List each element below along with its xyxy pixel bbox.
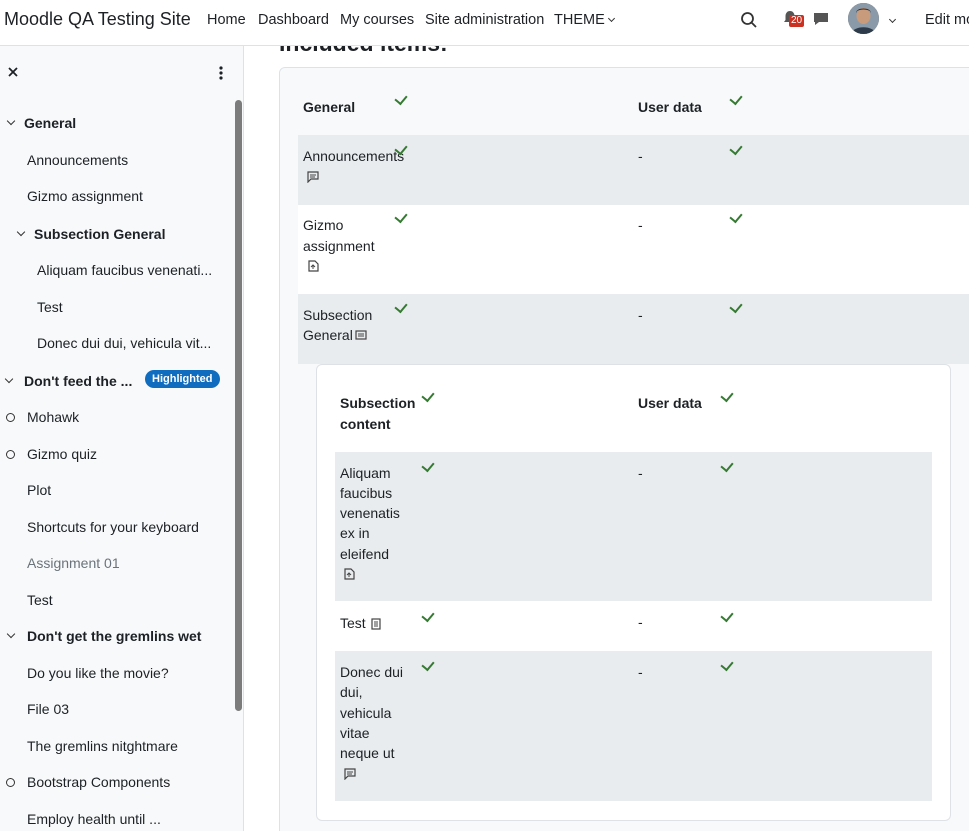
nav-theme[interactable]: THEME (554, 12, 615, 28)
user-photo-icon (848, 3, 879, 34)
nav-home[interactable]: Home (207, 12, 246, 28)
row-user-data: - (638, 148, 643, 164)
search-icon[interactable] (740, 11, 758, 29)
activity-gizmo-quiz[interactable]: Gizmo quiz (27, 446, 97, 462)
chat-bubble-icon[interactable] (813, 11, 829, 27)
activity-file-03[interactable]: File 03 (27, 701, 69, 717)
row-name-line2: General (303, 327, 353, 343)
subheader-user-data: User data (638, 395, 702, 411)
chevron-down-icon[interactable] (6, 116, 16, 126)
table-row: Aliquam faucibus venenatis ex in eleifen… (335, 452, 932, 601)
nav-theme-label: THEME (554, 12, 605, 28)
subsection-icon (355, 330, 367, 340)
subsection-general[interactable]: Subsection General (34, 226, 165, 242)
close-icon[interactable] (7, 66, 19, 78)
row-name-line4: ex in (340, 525, 370, 541)
notification-count-badge: 20 (789, 15, 805, 27)
completion-circle-icon[interactable] (6, 450, 15, 459)
table-row: Donec dui dui, vehicula vitae neque ut - (335, 651, 932, 801)
activity-test-2[interactable]: Test (27, 592, 53, 608)
nav-site-administration[interactable]: Site administration (425, 12, 544, 28)
activity-gizmo-assignment[interactable]: Gizmo assignment (27, 188, 143, 204)
row-user-data: - (638, 614, 643, 630)
header-user-data: User data (638, 99, 702, 115)
row-user-data: - (638, 664, 643, 680)
avatar[interactable] (848, 3, 879, 34)
nav-dashboard[interactable]: Dashboard (258, 12, 329, 28)
row-name-line4: vitae (340, 725, 370, 741)
row-name: Test (340, 615, 366, 631)
row-name-line1: Gizmo (303, 217, 344, 233)
section-dont-get-wet[interactable]: Don't get the gremlins wet (27, 628, 201, 644)
edit-mode-label[interactable]: Edit mo (925, 12, 969, 28)
forum-icon (344, 768, 356, 780)
row-name-line5: eleifend (340, 546, 390, 562)
highlighted-badge: Highlighted (145, 370, 220, 388)
page-heading: Included items: (279, 46, 448, 57)
row-user-data: - (638, 465, 643, 481)
top-navbar: Moodle QA Testing Site Home Dashboard My… (0, 0, 969, 46)
chevron-down-icon (607, 14, 615, 23)
activity-announcements[interactable]: Announcements (27, 152, 128, 168)
row-name-line1: Donec dui (340, 664, 404, 680)
activity-aliquam[interactable]: Aliquam faucibus venenati... (37, 262, 212, 278)
activity-employ-health[interactable]: Employ health until ... (27, 811, 161, 827)
activity-gremlins-nightmare[interactable]: The gremlins nitghtmare (27, 738, 178, 754)
row-name-line5: neque ut (340, 745, 395, 761)
activity-test[interactable]: Test (37, 299, 63, 315)
forum-icon (307, 171, 319, 183)
assignment-icon (344, 568, 355, 580)
activity-do-you-like[interactable]: Do you like the movie? (27, 665, 169, 681)
assignment-icon (308, 260, 319, 272)
row-name-line3: venenatis (340, 505, 400, 521)
nav-my-courses[interactable]: My courses (340, 12, 414, 28)
row-name-line1: Subsection (303, 307, 373, 323)
completion-circle-icon[interactable] (6, 413, 15, 422)
section-dont-feed[interactable]: Don't feed the ... (24, 373, 132, 389)
activity-shortcuts[interactable]: Shortcuts for your keyboard (27, 519, 199, 535)
row-user-data: - (638, 217, 643, 233)
row-user-data: - (638, 307, 643, 323)
chevron-down-icon[interactable] (6, 629, 16, 639)
site-name[interactable]: Moodle QA Testing Site (4, 9, 191, 30)
chevron-down-icon[interactable] (4, 374, 14, 384)
more-options-icon[interactable] (219, 66, 223, 80)
table-row: Test - (335, 601, 932, 651)
row-name-line2: faucibus (340, 485, 393, 501)
row-name-line3: vehicula (340, 705, 392, 721)
completion-circle-icon[interactable] (6, 778, 15, 787)
activity-donec[interactable]: Donec dui dui, vehicula vit... (37, 335, 211, 351)
activity-mohawk[interactable]: Mohawk (27, 409, 79, 425)
chevron-down-icon[interactable] (16, 227, 26, 237)
row-name-line2: assignment (303, 238, 375, 254)
activity-plot[interactable]: Plot (27, 482, 51, 498)
row-name-line1: Aliquam (340, 465, 391, 481)
course-index-drawer: General Announcements Gizmo assignment S… (0, 46, 244, 831)
activity-bootstrap-components[interactable]: Bootstrap Components (27, 774, 170, 790)
row-name-line2: dui, (340, 684, 363, 700)
subheader-line1: Subsection (340, 395, 416, 411)
page-icon (371, 618, 381, 630)
section-general[interactable]: General (24, 115, 76, 131)
header-general: General (303, 99, 356, 115)
subheader-line2: content (340, 416, 391, 432)
activity-assignment-01[interactable]: Assignment 01 (27, 555, 120, 571)
row-name: Announcements (303, 148, 405, 164)
drawer-scrollbar[interactable] (235, 100, 242, 711)
user-menu-chevron-icon[interactable] (888, 15, 897, 24)
